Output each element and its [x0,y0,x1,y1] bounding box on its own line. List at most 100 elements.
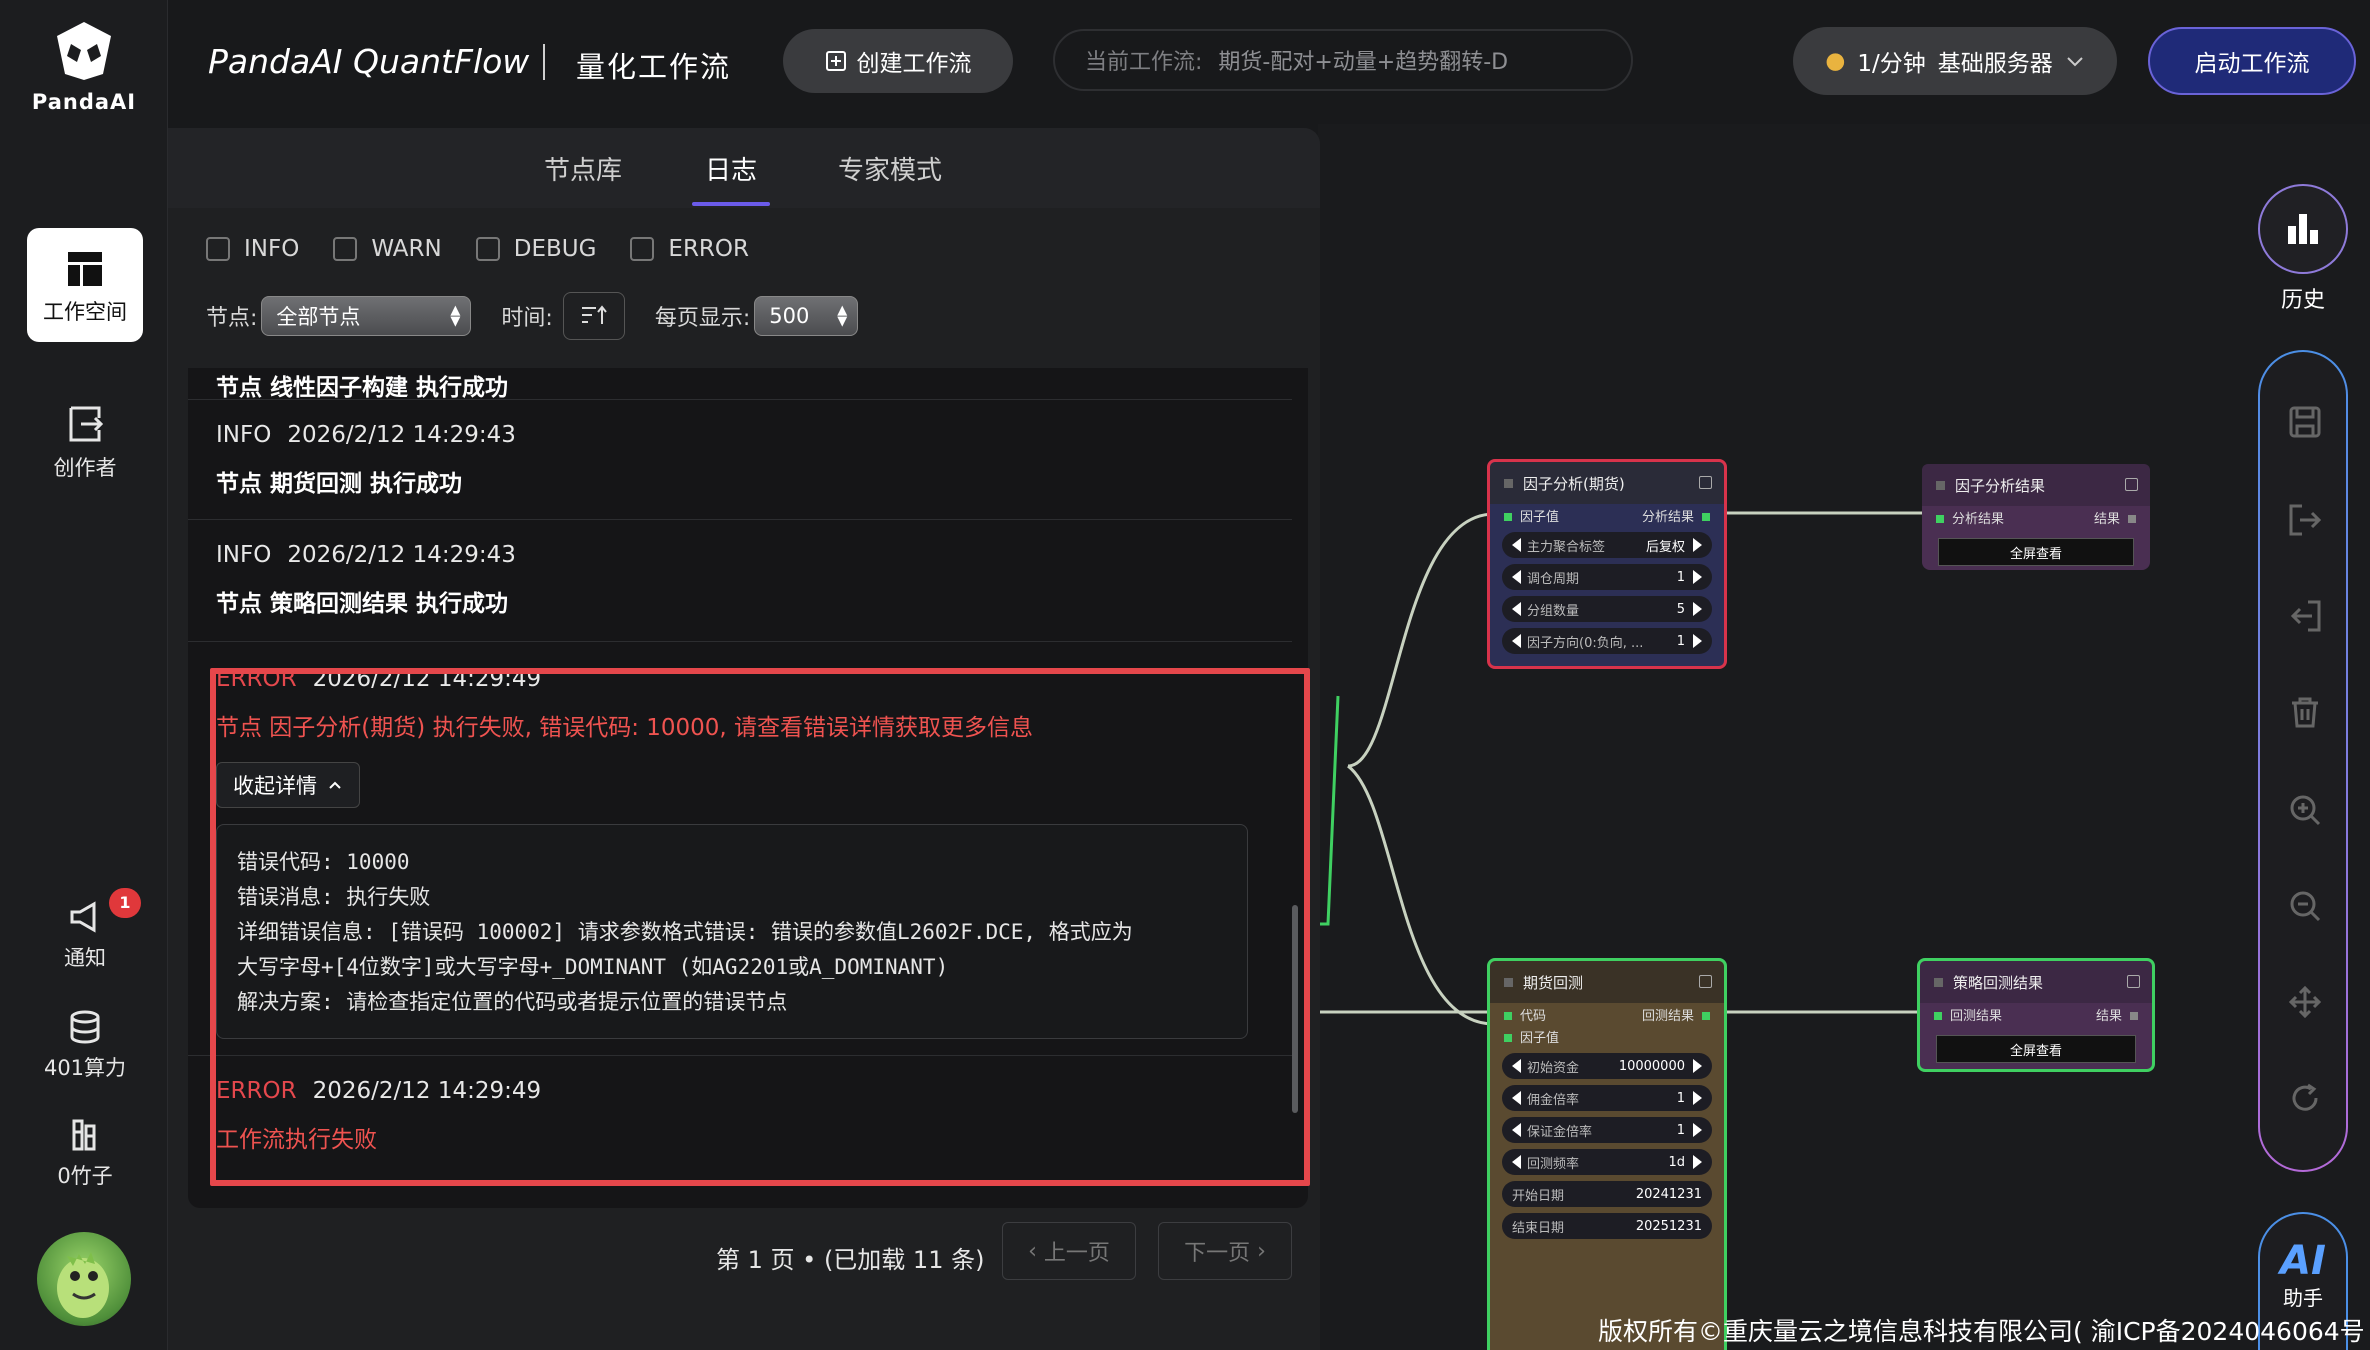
sidebar-item-compute[interactable]: 401算力 [27,1010,143,1082]
param-stepper[interactable]: 因子方向(0:负向, ... 1 [1502,628,1712,654]
edit-icon[interactable] [2127,975,2140,988]
arrow-right-icon[interactable] [1693,570,1702,584]
zoom-out-icon [2290,891,2321,922]
input-port[interactable]: 因子值 [1504,506,1559,525]
node-factor-result[interactable]: 因子分析结果 分析结果 结果 全屏查看 [1922,464,2150,570]
edit-icon[interactable] [2125,478,2138,491]
node-futures-backtest[interactable]: 期货回测 代码 回测结果 因子值 初始资金 10000000 佣金倍率 1 保证金倍… [1487,958,1727,1350]
fullscreen-view-button[interactable]: 全屏查看 [1938,538,2134,566]
checkbox[interactable] [630,237,655,261]
tab-expert-mode[interactable]: 专家模式 [838,150,942,187]
filter-error[interactable]: ERROR [630,236,749,262]
param-stepper[interactable]: 保证金倍率 1 [1502,1117,1712,1143]
tab-logs[interactable]: 日志 [705,150,757,187]
arrow-right-icon[interactable] [1693,538,1702,552]
fit-view-button[interactable] [2285,982,2325,1022]
input-port[interactable]: 分析结果 [1936,508,2004,527]
param-stepper[interactable]: 初始资金 10000000 [1502,1053,1712,1079]
create-workflow-button[interactable]: 创建工作流 [783,29,1013,93]
node-header[interactable]: 策略回测结果 [1920,961,2152,1003]
filter-warn[interactable]: WARN [333,236,442,262]
next-page-label: 下一页 [1184,1241,1251,1266]
sidebar-item-notify[interactable]: 1 通知 [27,888,143,972]
arrow-right-icon[interactable] [1693,602,1702,616]
arrow-left-icon[interactable] [1512,634,1521,648]
node-header[interactable]: 因子分析结果 [1922,464,2150,506]
zoom-out-button[interactable] [2285,886,2325,926]
start-workflow-button[interactable]: 启动工作流 [2148,27,2356,95]
filter-info[interactable]: INFO [206,236,299,262]
node-header[interactable]: 期货回测 [1490,961,1724,1003]
node-header[interactable]: 因子分析(期货) [1490,462,1724,504]
current-workflow-field[interactable]: 当前工作流: 期货-配对+动量+趋势翻转-D [1053,29,1633,91]
arrow-left-icon[interactable] [1512,1123,1521,1137]
arrow-right-icon[interactable] [1693,1155,1702,1169]
node-select[interactable]: 全部节点 ▲ ▼ [261,296,472,336]
param-stepper[interactable]: 分组数量 5 [1502,596,1712,622]
log-scrollbar[interactable] [1292,905,1298,1113]
output-port[interactable]: 结果 [2094,508,2136,527]
output-port[interactable]: 结果 [2096,1005,2138,1024]
avatar[interactable] [37,1232,131,1326]
param-input[interactable]: 结束日期 20251231 [1502,1213,1712,1239]
arrow-right-icon[interactable] [1693,1059,1702,1073]
node-factor-analysis[interactable]: 因子分析(期货) 因子值 分析结果 主力聚合标签 后复权 调仓周期 1 分组数量 5 … [1487,459,1727,669]
export-button[interactable] [2285,500,2325,540]
filter-debug[interactable]: DEBUG [475,236,597,262]
server-select[interactable]: ● 1/分钟 基础服务器 [1793,27,2117,95]
log-list[interactable]: 节点 线性因子构建 执行成功 INFO 2026/2/12 14:29:43 节点… [188,368,1308,1208]
arrow-right-icon[interactable] [1693,634,1702,648]
checkbox[interactable] [206,237,230,261]
output-port[interactable]: 回测结果 [1642,1005,1710,1024]
sidebar-item-creator[interactable]: 创作者 [27,404,143,482]
tab-node-library[interactable]: 节点库 [544,150,622,187]
param-input[interactable]: 开始日期 20241231 [1502,1181,1712,1207]
arrow-right-icon[interactable] [1693,1123,1702,1137]
output-port[interactable]: 分析结果 [1642,506,1710,525]
sidebar-item-bamboo[interactable]: 0竹子 [27,1118,143,1190]
arrow-left-icon[interactable] [1512,1155,1521,1169]
log-message: 节点 因子分析(期货) 执行失败, 错误代码: 10000, 请查看错误详情获取… [216,715,1034,741]
node-strategy-result[interactable]: 策略回测结果 回测结果 结果 全屏查看 [1917,958,2155,1072]
per-page-select[interactable]: 500 ▲ ▼ [754,296,859,336]
zoom-in-button[interactable] [2285,790,2325,830]
top-bar: PandaAI QuantFlow 量化工作流 创建工作流 当前工作流: 期货-… [168,0,2370,124]
fullscreen-view-button[interactable]: 全屏查看 [1936,1035,2136,1063]
arrow-left-icon[interactable] [1512,538,1521,552]
checkbox[interactable] [475,237,500,261]
param-stepper[interactable]: 回测频率 1d [1502,1149,1712,1175]
refresh-icon [2292,1083,2318,1111]
collapse-details-button[interactable]: 收起详情 [216,762,360,808]
prev-page-button[interactable]: ‹ 上一页 [1002,1222,1136,1280]
node-handle-icon [1934,977,1943,987]
param-stepper[interactable]: 主力聚合标签 后复权 [1502,532,1712,558]
input-port[interactable]: 代码 [1504,1005,1546,1024]
param-stepper[interactable]: 调仓周期 1 [1502,564,1712,590]
refresh-button[interactable] [2285,1078,2325,1118]
delete-button[interactable] [2285,692,2325,732]
next-page-button[interactable]: 下一页 › [1158,1222,1292,1280]
logo[interactable]: PandaAI [0,18,168,114]
input-port[interactable]: 因子值 [1504,1027,1559,1046]
import-button[interactable] [2285,596,2325,636]
time-sort-button[interactable] [562,292,625,340]
history-button[interactable] [2258,184,2348,274]
param-name: 分组数量 [1527,603,1580,619]
edit-icon[interactable] [1699,476,1712,489]
arrow-left-icon[interactable] [1512,1091,1521,1105]
param-stepper[interactable]: 佣金倍率 1 [1502,1085,1712,1111]
checkbox[interactable] [333,237,358,261]
filter-label: DEBUG [513,236,597,262]
brand-title: PandaAI QuantFlow [208,42,530,81]
server-rate: 1/分钟 [1857,51,1926,77]
arrow-left-icon[interactable] [1512,1059,1521,1073]
arrow-left-icon[interactable] [1512,602,1521,616]
workflow-canvas[interactable]: 因子分析(期货) 因子值 分析结果 主力聚合标签 后复权 调仓周期 1 分组数量 5 … [1318,124,2370,1350]
save-button[interactable] [2285,402,2325,442]
edit-icon[interactable] [1699,975,1712,988]
arrow-right-icon[interactable] [1693,1091,1702,1105]
page-info: 第 1 页 • (已加载 11 条) [716,1246,985,1274]
input-port[interactable]: 回测结果 [1934,1005,2002,1024]
arrow-left-icon[interactable] [1512,570,1521,584]
sidebar-item-workspace[interactable]: 工作空间 [27,228,143,342]
